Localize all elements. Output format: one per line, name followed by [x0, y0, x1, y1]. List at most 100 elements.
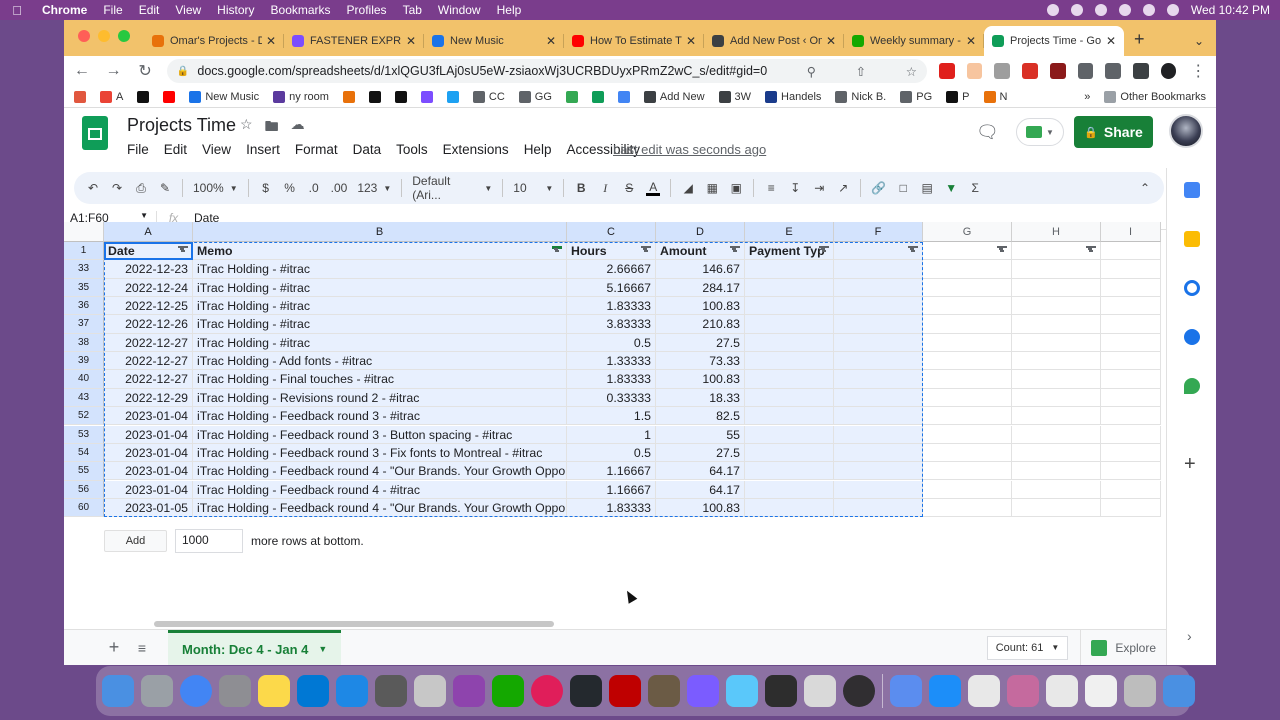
- gimp-icon[interactable]: [648, 675, 680, 707]
- zoom-icon[interactable]: ⚲: [807, 64, 816, 79]
- cell-date[interactable]: 2022-12-27: [104, 352, 193, 371]
- finder-icon[interactable]: [102, 675, 134, 707]
- cell-amount[interactable]: 18.33: [656, 388, 745, 408]
- empty-cell[interactable]: [1101, 462, 1161, 481]
- header-cell[interactable]: Date: [104, 242, 193, 261]
- cell-amount[interactable]: 55: [656, 425, 745, 444]
- cell-date[interactable]: 2022-12-25: [104, 297, 193, 316]
- cell-memo[interactable]: iTrac Holding - #itrac: [193, 333, 567, 353]
- empty-cell[interactable]: [1012, 462, 1101, 481]
- empty-cell[interactable]: [1101, 297, 1161, 316]
- empty-cell[interactable]: [923, 388, 1012, 408]
- browser-tab[interactable]: Add New Post ‹ Om ✕: [704, 26, 844, 56]
- apple-icon[interactable]: : [0, 3, 34, 18]
- cell-date[interactable]: 2022-12-23: [104, 260, 193, 279]
- browser-menu-icon[interactable]: ⋮: [1188, 61, 1208, 81]
- fill-color-icon[interactable]: ◢: [681, 181, 695, 195]
- calendar-icon[interactable]: [1184, 182, 1200, 198]
- row-header[interactable]: 53: [64, 425, 104, 444]
- other-bookmarks-folder[interactable]: Other Bookmarks: [1104, 90, 1206, 103]
- cell-memo[interactable]: iTrac Holding - Feedback round 3 - Butto…: [193, 425, 567, 444]
- menubar-item[interactable]: View: [167, 3, 209, 17]
- insert-comment-icon[interactable]: □: [896, 181, 910, 195]
- empty-cell[interactable]: [1101, 370, 1161, 389]
- filezilla-icon[interactable]: [609, 675, 641, 707]
- browser-tab[interactable]: New Music ✕: [424, 26, 564, 56]
- tray-icon[interactable]: [1070, 4, 1083, 16]
- empty-cell[interactable]: [745, 425, 834, 444]
- all-sheets-menu-icon[interactable]: ≡: [130, 640, 154, 656]
- empty-cell[interactable]: [1101, 242, 1161, 261]
- browser-tab[interactable]: How To Estimate Ti ✕: [564, 26, 704, 56]
- system-preferences-icon[interactable]: [219, 675, 251, 707]
- empty-cell[interactable]: [923, 242, 1012, 261]
- empty-cell[interactable]: [1012, 480, 1101, 499]
- upwork-icon[interactable]: [492, 675, 524, 707]
- column-header[interactable]: D: [656, 222, 745, 242]
- empty-cell[interactable]: [1101, 388, 1161, 408]
- empty-cell[interactable]: [745, 278, 834, 297]
- cell-memo[interactable]: iTrac Holding - #itrac: [193, 297, 567, 316]
- bookmark-item[interactable]: [565, 90, 578, 103]
- account-avatar[interactable]: [1169, 114, 1203, 148]
- cell-memo[interactable]: iTrac Holding - Final touches - #itrac: [193, 370, 567, 389]
- url-text[interactable]: docs.google.com/spreadsheets/d/1xlQGU3fL…: [197, 64, 767, 78]
- empty-cell[interactable]: [923, 462, 1012, 481]
- cell-amount[interactable]: 82.5: [656, 407, 745, 426]
- bookmark-item[interactable]: [163, 90, 176, 103]
- new-tab-button[interactable]: +: [1124, 29, 1155, 56]
- extension-icon[interactable]: [1049, 63, 1066, 79]
- calculator-icon[interactable]: [375, 675, 407, 707]
- empty-cell[interactable]: [745, 333, 834, 353]
- launchpad-icon[interactable]: [141, 675, 173, 707]
- menubar-item[interactable]: Window: [430, 3, 489, 17]
- menubar-clock[interactable]: Wed 10:42 PM: [1191, 3, 1270, 17]
- menubar-item[interactable]: Profiles: [339, 3, 395, 17]
- row-header[interactable]: 60: [64, 498, 104, 518]
- selection-count[interactable]: Count: 61 ▼: [986, 635, 1069, 660]
- select-all-corner[interactable]: [64, 222, 104, 242]
- close-tab-icon[interactable]: ✕: [966, 34, 976, 48]
- empty-cell[interactable]: [1012, 315, 1101, 334]
- empty-cell[interactable]: [1012, 407, 1101, 426]
- close-tab-icon[interactable]: ✕: [546, 34, 556, 48]
- cell-memo[interactable]: iTrac Holding - Add fonts - #itrac: [193, 352, 567, 371]
- cell-amount[interactable]: 27.5: [656, 333, 745, 353]
- strikethrough-button[interactable]: S: [622, 181, 636, 195]
- row-header[interactable]: 36: [64, 297, 104, 316]
- bookmark-item[interactable]: 3W: [718, 90, 751, 103]
- cell-date[interactable]: 2023-01-04: [104, 425, 193, 444]
- url-bar[interactable]: 🔒 docs.google.com/spreadsheets/d/1xlQGU3…: [166, 59, 927, 83]
- sheets-menu-item[interactable]: File: [127, 142, 149, 157]
- obs-icon[interactable]: [843, 675, 875, 707]
- empty-cell[interactable]: [834, 260, 923, 279]
- sheets-menu-item[interactable]: View: [202, 142, 231, 157]
- cell-date[interactable]: 2022-12-24: [104, 278, 193, 297]
- profile-avatar-icon[interactable]: [1160, 63, 1177, 79]
- empty-cell[interactable]: [834, 407, 923, 426]
- empty-cell[interactable]: [1012, 370, 1101, 389]
- empty-cell[interactable]: [1012, 425, 1101, 444]
- empty-cell[interactable]: [745, 260, 834, 279]
- row-header[interactable]: 37: [64, 315, 104, 334]
- active-filter-icon[interactable]: [552, 246, 562, 255]
- cloud-status-icon[interactable]: ☁: [291, 116, 305, 140]
- header-cell[interactable]: Memo: [193, 242, 567, 261]
- cell-hours[interactable]: 1.16667: [567, 462, 656, 481]
- bookmark-item[interactable]: New Music: [189, 90, 259, 103]
- decrease-decimal-button[interactable]: .0: [307, 181, 321, 195]
- empty-cell[interactable]: [1101, 498, 1161, 518]
- empty-cell[interactable]: [1101, 333, 1161, 353]
- trash-icon[interactable]: [1163, 675, 1195, 707]
- header-cell[interactable]: Amount: [656, 242, 745, 261]
- back-arrow-icon[interactable]: ←: [72, 62, 92, 80]
- bookmark-item[interactable]: ny room: [273, 90, 329, 103]
- opera-extension-icon[interactable]: [938, 63, 955, 79]
- menubar-item[interactable]: Edit: [131, 3, 168, 17]
- zoom-select[interactable]: 100% ▼: [193, 181, 238, 195]
- menubar-item[interactable]: Help: [489, 3, 530, 17]
- print-icon[interactable]: ⎙: [134, 181, 148, 196]
- move-folder-icon[interactable]: 🖿: [265, 116, 279, 140]
- empty-cell[interactable]: [834, 388, 923, 408]
- wifi-icon[interactable]: [1118, 4, 1131, 16]
